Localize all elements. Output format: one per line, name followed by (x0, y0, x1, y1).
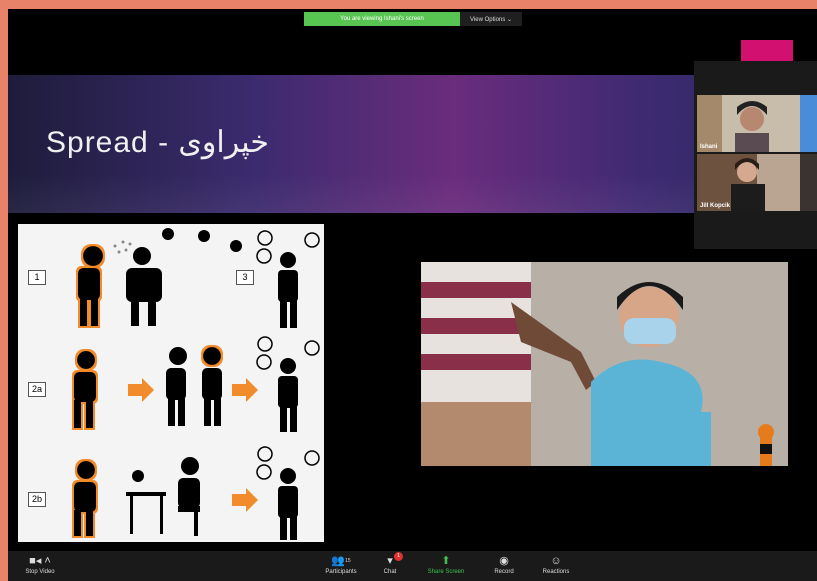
share-message: You are viewing Ishani's screen (304, 12, 460, 26)
transmission-diagram: 1 3 2a 2b (18, 224, 324, 542)
transmission-illustration (74, 228, 320, 540)
arrow-icon (232, 378, 258, 402)
share-screen-button[interactable]: ⬆ Share Screen (416, 551, 476, 581)
share-banner: You are viewing Ishani's screen View Opt… (304, 12, 522, 26)
droplets-icon (113, 240, 132, 254)
participants-label: Participants (325, 569, 357, 575)
stop-video-button[interactable]: ■◂ ˄ Stop Video (10, 551, 70, 581)
standing-person-icon (278, 468, 298, 540)
stop-video-label: Stop Video (25, 569, 55, 575)
handshake-icon (166, 347, 222, 426)
reactions-button[interactable]: ☺ Reactions (526, 551, 586, 581)
sneezing-person-icon (74, 351, 96, 428)
shared-screen: You are viewing Ishani's screen View Opt… (8, 9, 817, 581)
row-label-1: 1 (28, 270, 46, 285)
sneezing-person-icon (74, 461, 96, 536)
standing-person-icon (278, 252, 298, 328)
row-label-2b: 2b (28, 492, 46, 507)
virus-icon (162, 228, 242, 252)
child-with-mask-photo (421, 262, 788, 466)
record-label: Record (494, 569, 514, 575)
record-icon: ◉ (499, 555, 509, 567)
participant-name: Jill Kopcik (700, 203, 731, 209)
chat-badge: 1 (394, 552, 403, 561)
arrow-icon (232, 488, 258, 512)
video-gallery: Ishani Jill Kopcik (694, 61, 817, 249)
view-options-button[interactable]: View Options ⌄ (460, 12, 522, 26)
video-tile-jill-kopcik[interactable]: Jill Kopcik (697, 154, 801, 211)
chat-button[interactable]: ▾ 1 Chat (360, 551, 420, 581)
participant-count: 15 (345, 558, 351, 564)
accent-bar (741, 40, 793, 62)
share-screen-label: Share Screen (427, 569, 465, 575)
smiley-icon: ☺ (550, 555, 562, 567)
share-screen-icon: ⬆ (441, 555, 451, 567)
person-at-table-icon (126, 457, 200, 536)
coughing-person-icon (78, 246, 103, 326)
row-label-2a: 2a (28, 382, 46, 397)
participant-name: Ishani (700, 144, 718, 150)
row-label-3: 3 (236, 270, 254, 285)
video-tile-ishani[interactable]: Ishani (697, 95, 801, 152)
photo-illustration (421, 262, 788, 466)
virus-icon (132, 470, 144, 482)
video-camera-icon: ■◂ ˄ (29, 555, 51, 567)
reactions-label: Reactions (542, 569, 570, 575)
meeting-toolbar: ■◂ ˄ Stop Video 👥15 Participants ▾ 1 Cha… (8, 551, 817, 581)
video-tile-partial[interactable] (800, 154, 817, 211)
standing-person-icon (278, 358, 298, 432)
arrow-icon (128, 378, 154, 402)
video-tile-partial[interactable] (800, 95, 817, 152)
record-button[interactable]: ◉ Record (474, 551, 534, 581)
chat-bubble-icon: ▾ (387, 555, 393, 567)
chat-label: Chat (383, 569, 397, 575)
slide-title: Spread - خپراوی (46, 126, 269, 159)
person-icon (126, 247, 162, 326)
